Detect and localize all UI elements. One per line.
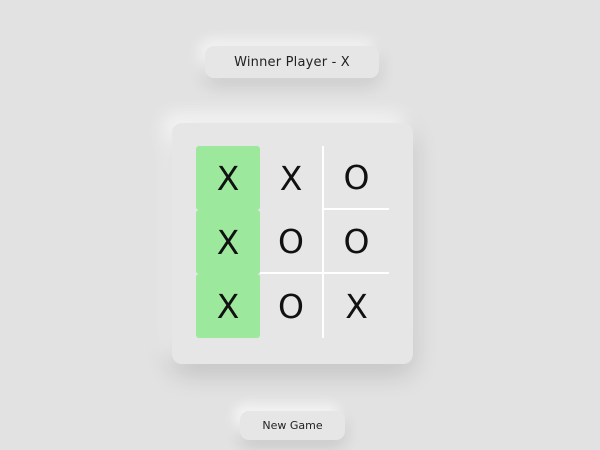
board-cell-r3c3[interactable]: X bbox=[324, 274, 389, 338]
tic-tac-toe-grid: X X O X O O X O X bbox=[196, 146, 389, 338]
board-cell-r2c3[interactable]: O bbox=[324, 210, 389, 274]
board-cell-r3c1[interactable]: X bbox=[196, 274, 260, 338]
game-board-card: X X O X O O X O X bbox=[172, 123, 413, 364]
new-game-button[interactable]: New Game bbox=[240, 411, 345, 440]
board-cell-r2c2[interactable]: O bbox=[260, 210, 324, 274]
board-cell-r1c3[interactable]: O bbox=[324, 146, 389, 210]
winner-status: Winner Player - X bbox=[205, 46, 379, 78]
board-cell-r3c2[interactable]: O bbox=[260, 274, 324, 338]
board-cell-r2c1[interactable]: X bbox=[196, 210, 260, 274]
board-cell-r1c2[interactable]: X bbox=[260, 146, 324, 210]
board-cell-r1c1[interactable]: X bbox=[196, 146, 260, 210]
